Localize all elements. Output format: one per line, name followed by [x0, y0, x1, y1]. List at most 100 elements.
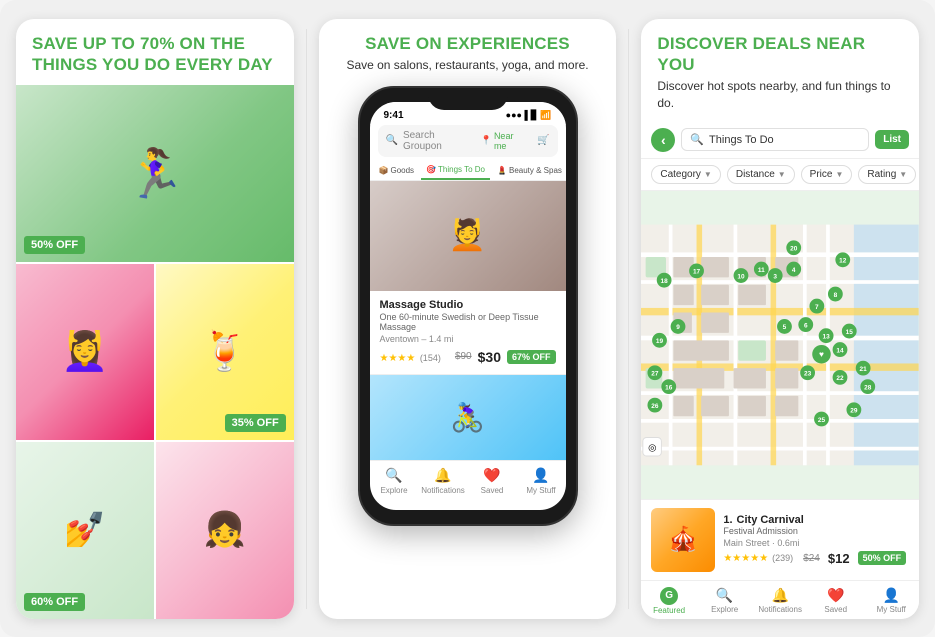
map-pin-26: 26 [648, 397, 663, 412]
nav-map-saved[interactable]: ❤️ Saved [808, 587, 864, 615]
map-pin-15: 15 [842, 323, 857, 338]
deal-discount-badge: 50% OFF [858, 551, 907, 565]
nav-map-my-stuff[interactable]: 👤 My Stuff [863, 587, 919, 615]
svg-text:♥: ♥ [819, 349, 824, 359]
app-showcase: SAVE UP TO 70% ON THE THINGS YOU DO EVER… [0, 0, 935, 637]
nav-map-notifications[interactable]: 🔔 Notifications [752, 587, 808, 615]
phone-screen: 9:41 ●●● ▌▊ 📶 🔍 Search Groupon 📍 Near me… [370, 102, 566, 510]
phone-search-bar[interactable]: 🔍 Search Groupon 📍 Near me 🛒 [378, 125, 558, 157]
nav-map-notif-label: Notifications [758, 605, 802, 614]
map-svg: 3 4 5 6 7 [641, 191, 919, 499]
svg-text:11: 11 [758, 266, 765, 273]
filter-rating[interactable]: Rating ▼ [858, 165, 916, 184]
map-view[interactable]: 3 4 5 6 7 [641, 191, 919, 499]
map-search-text: Things To Do [709, 134, 774, 146]
map-pin-14: 14 [833, 342, 848, 357]
map-pin-9: 9 [671, 319, 686, 334]
nav-notifications-label: Notifications [421, 486, 465, 495]
deal-card-massage[interactable]: Massage Studio One 60-minute Swedish or … [370, 291, 566, 375]
nav-explore[interactable]: 🔍 Explore [370, 467, 419, 495]
svg-text:19: 19 [656, 338, 664, 345]
map-pin-6: 6 [799, 317, 814, 332]
cart-icon: 🛒 [537, 135, 549, 146]
map-search-icon: 🔍 [690, 133, 704, 146]
stars-display: ★★★★ [380, 353, 416, 364]
badge-35off: 35% OFF [225, 414, 286, 432]
filter-price[interactable]: Price ▼ [801, 165, 853, 184]
map-pin-29: 29 [847, 402, 862, 417]
deal-stars: ★★★★ (154) [380, 348, 441, 366]
map-pin-28: 28 [861, 379, 876, 394]
svg-text:12: 12 [840, 257, 848, 264]
deal-prices: $90 $30 67% OFF [455, 349, 556, 365]
nav-my-stuff[interactable]: 👤 My Stuff [517, 467, 566, 495]
things-icon: 🎯 [426, 165, 436, 174]
map-pin-10: 10 [734, 268, 749, 283]
deal-location: Aventown – 1.4 mi [380, 334, 556, 344]
svg-text:9: 9 [677, 324, 681, 331]
svg-text:22: 22 [837, 375, 845, 382]
category-label: Category [660, 169, 701, 180]
svg-text:26: 26 [652, 402, 660, 409]
nails-icon: 💅 [64, 510, 106, 550]
drinks-icon: 🍹 [201, 330, 248, 374]
carnival-icon: 🎪 [668, 525, 698, 554]
deal-sale-price: $12 [828, 551, 850, 566]
nav-saved[interactable]: ❤️ Saved [468, 467, 517, 495]
phone-bottom-nav: 🔍 Explore 🔔 Notifications ❤️ Saved 👤 My … [370, 460, 566, 499]
nav-map-my-stuff-label: My Stuff [877, 605, 906, 614]
map-deal-price-row: ★★★★★ (239) $24 $12 50% OFF [723, 551, 909, 566]
map-pin-18: 18 [657, 272, 672, 287]
map-pin-21: 21 [856, 360, 871, 375]
map-pin-19: 19 [652, 333, 667, 348]
map-top-bar: ‹ 🔍 Things To Do List [641, 122, 919, 159]
my-stuff-icon: 👤 [532, 467, 549, 484]
deal-name: City Carnival [737, 514, 804, 526]
tab-beauty[interactable]: 💄 Beauty & Spas [492, 161, 565, 180]
price-arrow: ▼ [835, 170, 843, 179]
svg-text:8: 8 [834, 291, 838, 298]
panel2-title: SAVE ON EXPERIENCES [329, 33, 607, 54]
panel3-subtitle: Discover hot spots nearby, and fun thing… [657, 78, 903, 112]
divider-1 [306, 29, 307, 609]
massage-icon: 💆 [449, 218, 486, 253]
tab-things-label: Things To Do [438, 165, 485, 174]
nav-notifications[interactable]: 🔔 Notifications [419, 467, 468, 495]
filter-distance[interactable]: Distance ▼ [727, 165, 795, 184]
svg-text:6: 6 [804, 322, 808, 329]
map-bottom-nav: G Featured 🔍 Explore 🔔 Notifications ❤️ … [641, 580, 919, 619]
map-list-button[interactable]: List [875, 130, 909, 149]
map-deal-card[interactable]: 🎪 1. City Carnival Festival Admission Ma… [641, 499, 919, 580]
hair-image: 💆‍♀️ [16, 264, 154, 441]
map-pin-8: 8 [828, 286, 843, 301]
back-icon: ‹ [661, 132, 666, 148]
rating-label: Rating [867, 169, 896, 180]
review-count: (154) [420, 353, 441, 363]
nav-featured-label: Featured [653, 606, 685, 615]
original-price: $90 [455, 351, 472, 362]
panel1-title: SAVE UP TO 70% ON THE THINGS YOU DO EVER… [32, 33, 278, 76]
bike-icon: 🚴‍♀️ [450, 401, 485, 434]
tab-things-to-do[interactable]: 🎯 Things To Do [421, 161, 490, 180]
map-search-box[interactable]: 🔍 Things To Do [681, 128, 869, 151]
nav-my-stuff-label: My Stuff [526, 486, 555, 495]
goods-icon: 📦 [379, 166, 389, 175]
svg-text:23: 23 [804, 370, 812, 377]
deal-original-price: $24 [803, 553, 820, 564]
svg-text:21: 21 [860, 365, 868, 372]
map-back-button[interactable]: ‹ [651, 128, 675, 152]
nav-explore-label: Explore [380, 486, 407, 495]
map-filter-bar: Category ▼ Distance ▼ Price ▼ Rating ▼ [641, 159, 919, 191]
tab-goods[interactable]: 📦 Goods [374, 161, 420, 180]
near-me-btn[interactable]: 📍 Near me [481, 131, 528, 151]
map-pin-23: 23 [801, 365, 816, 380]
nav-map-explore[interactable]: 🔍 Explore [697, 587, 753, 615]
svg-text:28: 28 [865, 384, 873, 391]
svg-text:27: 27 [652, 370, 660, 377]
fitness-image: 🏃‍♀️ 50% OFF [16, 85, 294, 262]
filter-category[interactable]: Category ▼ [651, 165, 721, 184]
distance-arrow: ▼ [778, 170, 786, 179]
svg-text:10: 10 [738, 273, 746, 280]
nav-featured[interactable]: G Featured [641, 587, 697, 615]
panel3-title: DISCOVER DEALS NEAR YOU [657, 33, 903, 76]
